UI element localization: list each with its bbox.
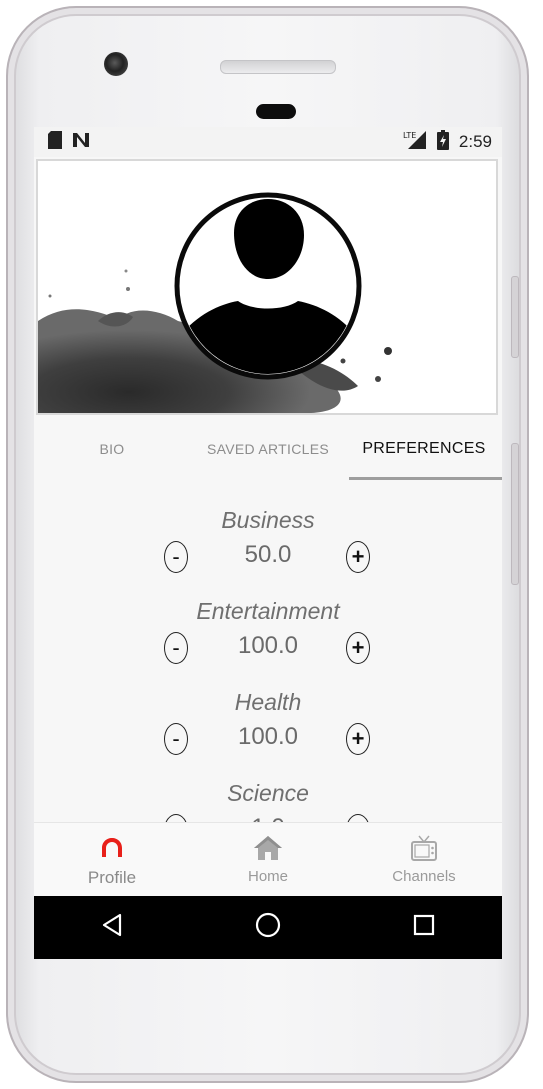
battery-charging-icon: [436, 129, 449, 155]
preference-value: 50.0: [244, 541, 292, 568]
tv-icon: [410, 835, 438, 868]
preference-name: Business: [221, 507, 315, 533]
profile-header-image: [36, 159, 498, 415]
tab-preferences[interactable]: PREFERENCES: [346, 419, 502, 480]
tab-bio[interactable]: BIO: [34, 419, 190, 479]
status-bar: LTE 2:59: [34, 127, 502, 157]
home-circle-icon: [255, 912, 281, 943]
recents-button[interactable]: [394, 898, 454, 958]
preferences-list[interactable]: Business - 50.0 + Entertainment - 100.0 …: [34, 479, 502, 822]
preference-value: 100.0: [237, 723, 299, 750]
svg-text:LTE: LTE: [403, 131, 416, 140]
preference-item-business: Business - 50.0 +: [34, 507, 502, 587]
system-navigation-bar: [34, 896, 502, 959]
back-triangle-icon: [101, 913, 123, 942]
decrease-button[interactable]: -: [164, 541, 188, 573]
volume-button: [511, 276, 519, 358]
profile-tabs: BIO SAVED ARTICLES PREFERENCES: [34, 419, 502, 480]
bottom-navigation: Profile Home Channels: [34, 822, 502, 897]
profile-icon: [99, 835, 125, 864]
tab-saved-articles[interactable]: SAVED ARTICLES: [190, 419, 346, 479]
n-notification-icon: [72, 132, 90, 153]
preference-name: Entertainment: [196, 598, 340, 624]
increase-button[interactable]: +: [346, 541, 370, 573]
back-button[interactable]: [82, 898, 142, 958]
increase-button[interactable]: +: [346, 723, 370, 755]
preference-name: Health: [234, 689, 302, 715]
home-system-button[interactable]: [238, 898, 298, 958]
decrease-button[interactable]: -: [164, 723, 188, 755]
power-button: [511, 443, 519, 585]
sd-card-icon: [48, 130, 62, 154]
preference-item-science: Science - 1.0 +: [34, 780, 502, 822]
increase-button[interactable]: +: [346, 814, 370, 822]
preference-value: 1.0: [192, 814, 344, 822]
nav-item-profile[interactable]: Profile: [34, 823, 190, 897]
proximity-sensor: [256, 104, 296, 119]
preference-name: Science: [227, 780, 309, 806]
recents-square-icon: [413, 914, 435, 941]
nav-label: Channels: [392, 868, 456, 885]
nav-item-home[interactable]: Home: [190, 823, 346, 897]
nav-label: Home: [247, 868, 288, 885]
decrease-button[interactable]: -: [164, 632, 188, 664]
decrease-button[interactable]: -: [164, 814, 188, 822]
earpiece-speaker: [220, 60, 336, 74]
lte-signal-icon: LTE: [403, 130, 427, 155]
preference-value: 100.0: [237, 632, 299, 659]
ink-splash-background: [38, 192, 392, 413]
nav-item-channels[interactable]: Channels: [346, 823, 502, 897]
nav-label: Profile: [87, 868, 137, 887]
status-time: 2:59: [458, 132, 492, 151]
increase-button[interactable]: +: [346, 632, 370, 664]
home-icon: [253, 835, 283, 866]
preference-item-entertainment: Entertainment - 100.0 +: [34, 598, 502, 678]
screen: LTE 2:59 BIO SAVED ARTICLES PREFERENCES …: [34, 127, 502, 959]
preference-item-health: Health - 100.0 +: [34, 689, 502, 769]
front-camera: [104, 52, 128, 76]
